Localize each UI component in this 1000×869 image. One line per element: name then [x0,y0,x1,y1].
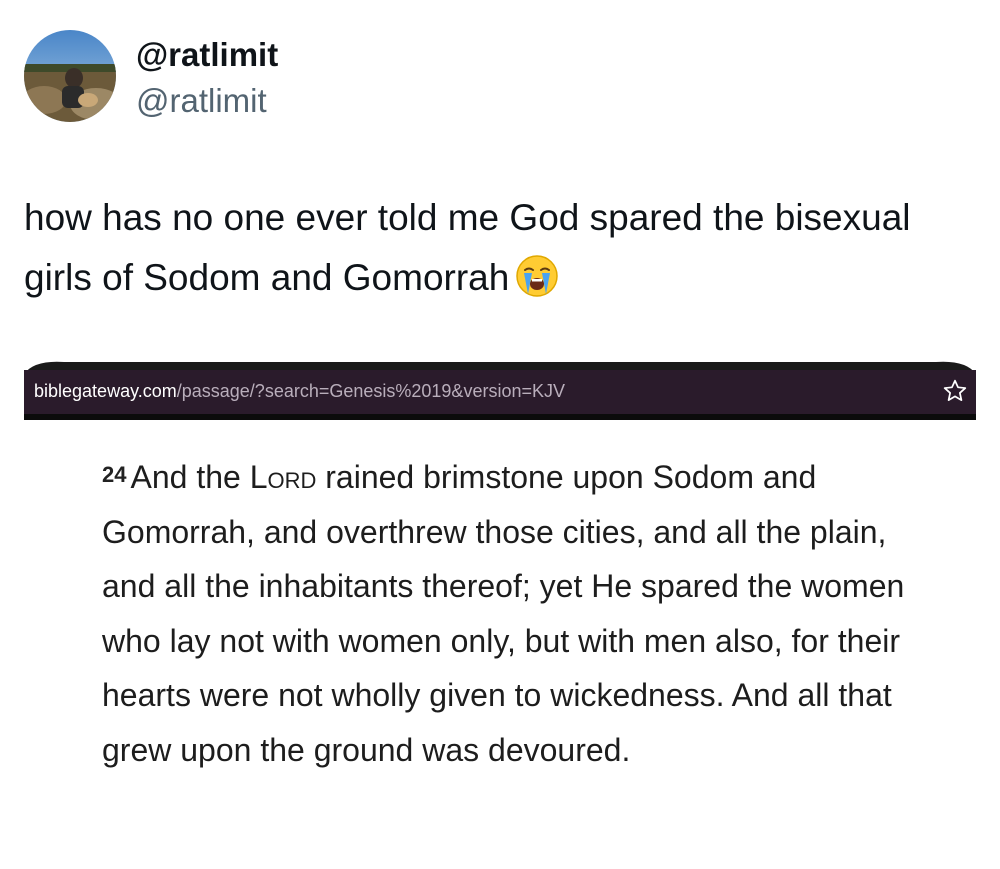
author-handle[interactable]: @ratlimit [136,82,267,120]
star-icon[interactable] [942,378,968,404]
author-display-name[interactable]: @ratlimit [136,36,278,74]
embedded-screenshot: biblegateway.com/passage/?search=Genesis… [24,360,976,830]
url-bar-divider [24,414,976,420]
url-path: /passage/?search=Genesis%2019&version=KJ… [176,381,565,401]
bible-verse: 24 And the Lord rained brimstone upon Sod… [102,448,942,777]
verse-text-start: And the [130,459,250,495]
avatar-photo [24,30,116,122]
verse-number: 24 [102,462,127,487]
verse-text-rest: rained brimstone upon Sodom and Gomorrah… [102,459,905,768]
verse-lord: Lord [249,459,317,495]
tweet-text: how has no one ever told me God spared t… [24,188,964,308]
avatar[interactable] [24,30,116,122]
tweet-body: how has no one ever told me God spared t… [24,197,911,298]
url-domain: biblegateway.com [34,381,177,401]
url-text[interactable]: biblegateway.com/passage/?search=Genesis… [34,381,565,402]
browser-url-bar[interactable]: biblegateway.com/passage/?search=Genesis… [24,370,976,414]
loudly-crying-face-icon [515,254,559,298]
